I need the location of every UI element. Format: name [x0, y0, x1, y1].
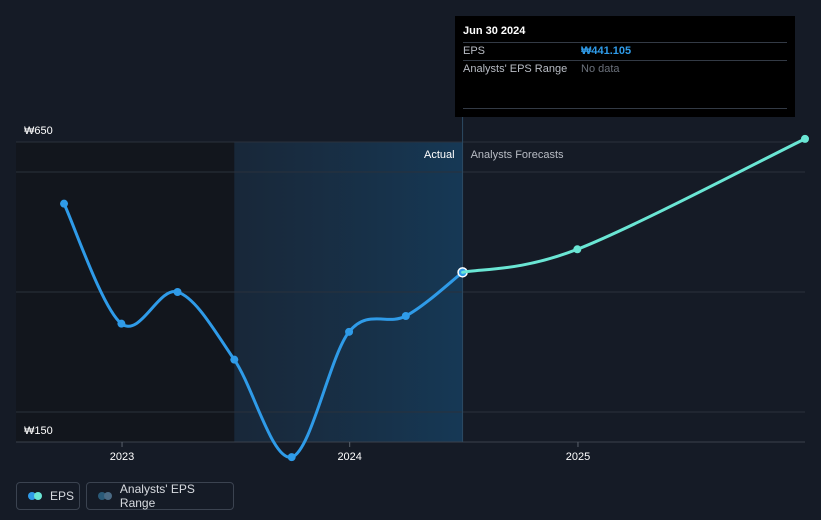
tooltip: Jun 30 2024 EPS ₩441.105 Analysts' EPS R… [455, 16, 795, 117]
x-tick-label: 2024 [337, 451, 361, 463]
forecast-label: Analysts Forecasts [471, 149, 564, 161]
forecast-eps-point [573, 245, 582, 254]
x-tick-label: 2025 [566, 451, 590, 463]
tooltip-range-row: Analysts' EPS Range No data [463, 60, 787, 78]
actual-eps-point [287, 453, 296, 462]
legend-eps-button[interactable]: EPS [16, 482, 80, 510]
tooltip-eps-label: EPS [463, 45, 486, 57]
y-tick-label: ₩650 [24, 125, 53, 137]
actual-label: Actual [424, 149, 455, 161]
tooltip-eps-row: EPS ₩441.105 [463, 42, 787, 60]
eps-legend-icon [28, 492, 42, 500]
legend-range-label: Analysts' EPS Range [119, 482, 195, 510]
tooltip-date: Jun 30 2024 [463, 25, 526, 37]
actual-eps-point [117, 319, 126, 328]
tooltip-range-value: No data [581, 63, 620, 75]
range-legend-icon [98, 492, 112, 500]
actual-eps-point [230, 355, 239, 364]
tooltip-range-label: Analysts' EPS Range [463, 63, 568, 75]
tooltip-divider [463, 108, 787, 109]
actual-eps-point [173, 288, 182, 296]
x-tick-label: 2023 [110, 451, 134, 463]
legend-eps-label: EPS [50, 489, 75, 503]
actual-eps-point [401, 312, 410, 320]
y-tick-label: ₩150 [24, 425, 53, 437]
forecast-eps-point [801, 134, 809, 143]
actual-eps-point [60, 199, 69, 208]
tooltip-eps-value: ₩441.105 [581, 45, 632, 57]
legend-range-button[interactable]: Analysts' EPS Range [86, 482, 234, 510]
actual-eps-point [345, 327, 354, 336]
